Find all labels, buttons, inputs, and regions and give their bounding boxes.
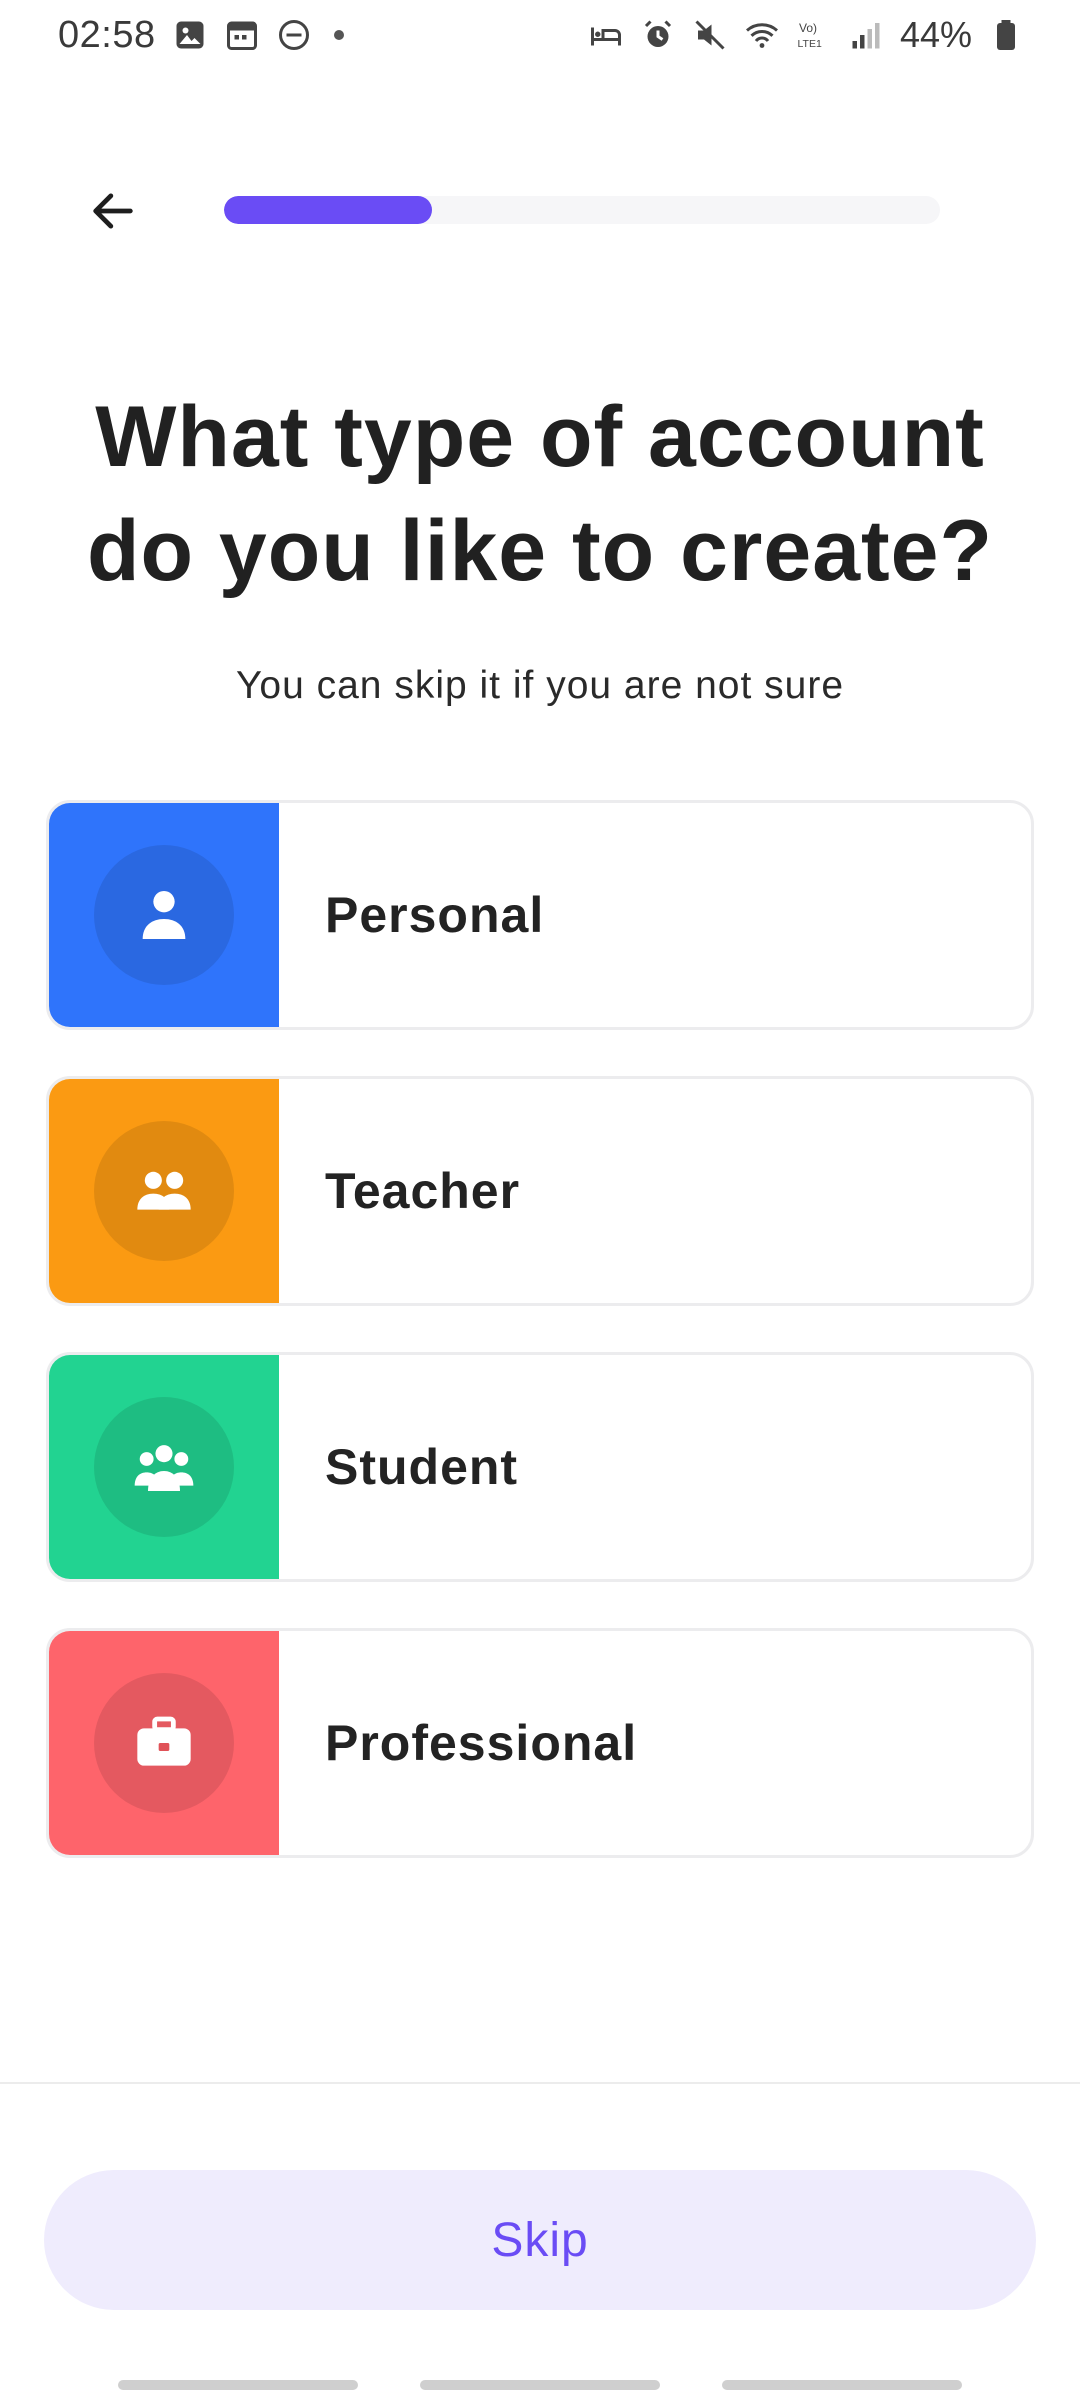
- page-subtitle: You can skip it if you are not sure: [235, 664, 845, 707]
- skip-button[interactable]: Skip: [44, 2170, 1036, 2310]
- mute-icon: [692, 17, 728, 53]
- do-not-disturb-icon: [276, 17, 312, 53]
- battery-icon: [988, 17, 1024, 53]
- option-student[interactable]: Student: [46, 1352, 1034, 1582]
- person-icon: [142, 891, 186, 939]
- option-icon-circle: [94, 845, 234, 985]
- arrow-left-icon: [93, 193, 133, 229]
- status-time: 02:58: [58, 13, 156, 56]
- svg-text:LTE1: LTE1: [797, 38, 821, 50]
- status-right: Vo) LTE1 44%: [588, 14, 1024, 56]
- option-icon-panel: [49, 1355, 279, 1579]
- option-icon-circle: [94, 1121, 234, 1261]
- option-label: Professional: [325, 1715, 638, 1771]
- option-label: Student: [325, 1439, 519, 1495]
- nav-back-bar[interactable]: [722, 2380, 962, 2390]
- notification-dot: [333, 30, 344, 40]
- option-icon-panel: [49, 1631, 279, 1855]
- volte-icon: Vo) LTE1: [796, 17, 832, 53]
- wifi-icon: [744, 17, 780, 53]
- alarm-icon: [640, 17, 676, 53]
- option-icon-panel: [49, 1079, 279, 1303]
- image-icon: [172, 17, 208, 53]
- option-label: Personal: [325, 887, 545, 943]
- users-icon: [134, 1445, 194, 1491]
- nav-home-bar[interactable]: [420, 2380, 660, 2390]
- progress-bar: [224, 196, 940, 224]
- battery-percent: 44%: [899, 14, 972, 55]
- option-icon-circle: [94, 1397, 234, 1537]
- page-title: What type of account do you like to crea…: [86, 389, 994, 599]
- option-personal[interactable]: Personal: [46, 800, 1034, 1030]
- option-icon-panel: [49, 803, 279, 1027]
- option-teacher[interactable]: Teacher: [46, 1076, 1034, 1306]
- status-left: 02:58: [58, 14, 344, 57]
- progress-fill: [224, 196, 432, 224]
- svg-text:Vo): Vo): [799, 21, 817, 35]
- option-icon-circle: [94, 1673, 234, 1813]
- bed-icon: [588, 17, 624, 53]
- back-button[interactable]: [78, 176, 148, 246]
- option-professional[interactable]: Professional: [46, 1628, 1034, 1858]
- nav-recents-bar[interactable]: [118, 2380, 358, 2390]
- briefcase-icon: [137, 1716, 191, 1766]
- screen: 02:58 Vo) LTE1 44% What type of account …: [0, 0, 1080, 2408]
- option-label: Teacher: [325, 1163, 521, 1219]
- calendar-icon: [224, 17, 260, 53]
- signal-icon: [848, 17, 884, 53]
- status-bar: 02:58 Vo) LTE1 44%: [0, 0, 1080, 70]
- group-icon: [137, 1171, 191, 1210]
- footer-divider: [0, 2082, 1080, 2084]
